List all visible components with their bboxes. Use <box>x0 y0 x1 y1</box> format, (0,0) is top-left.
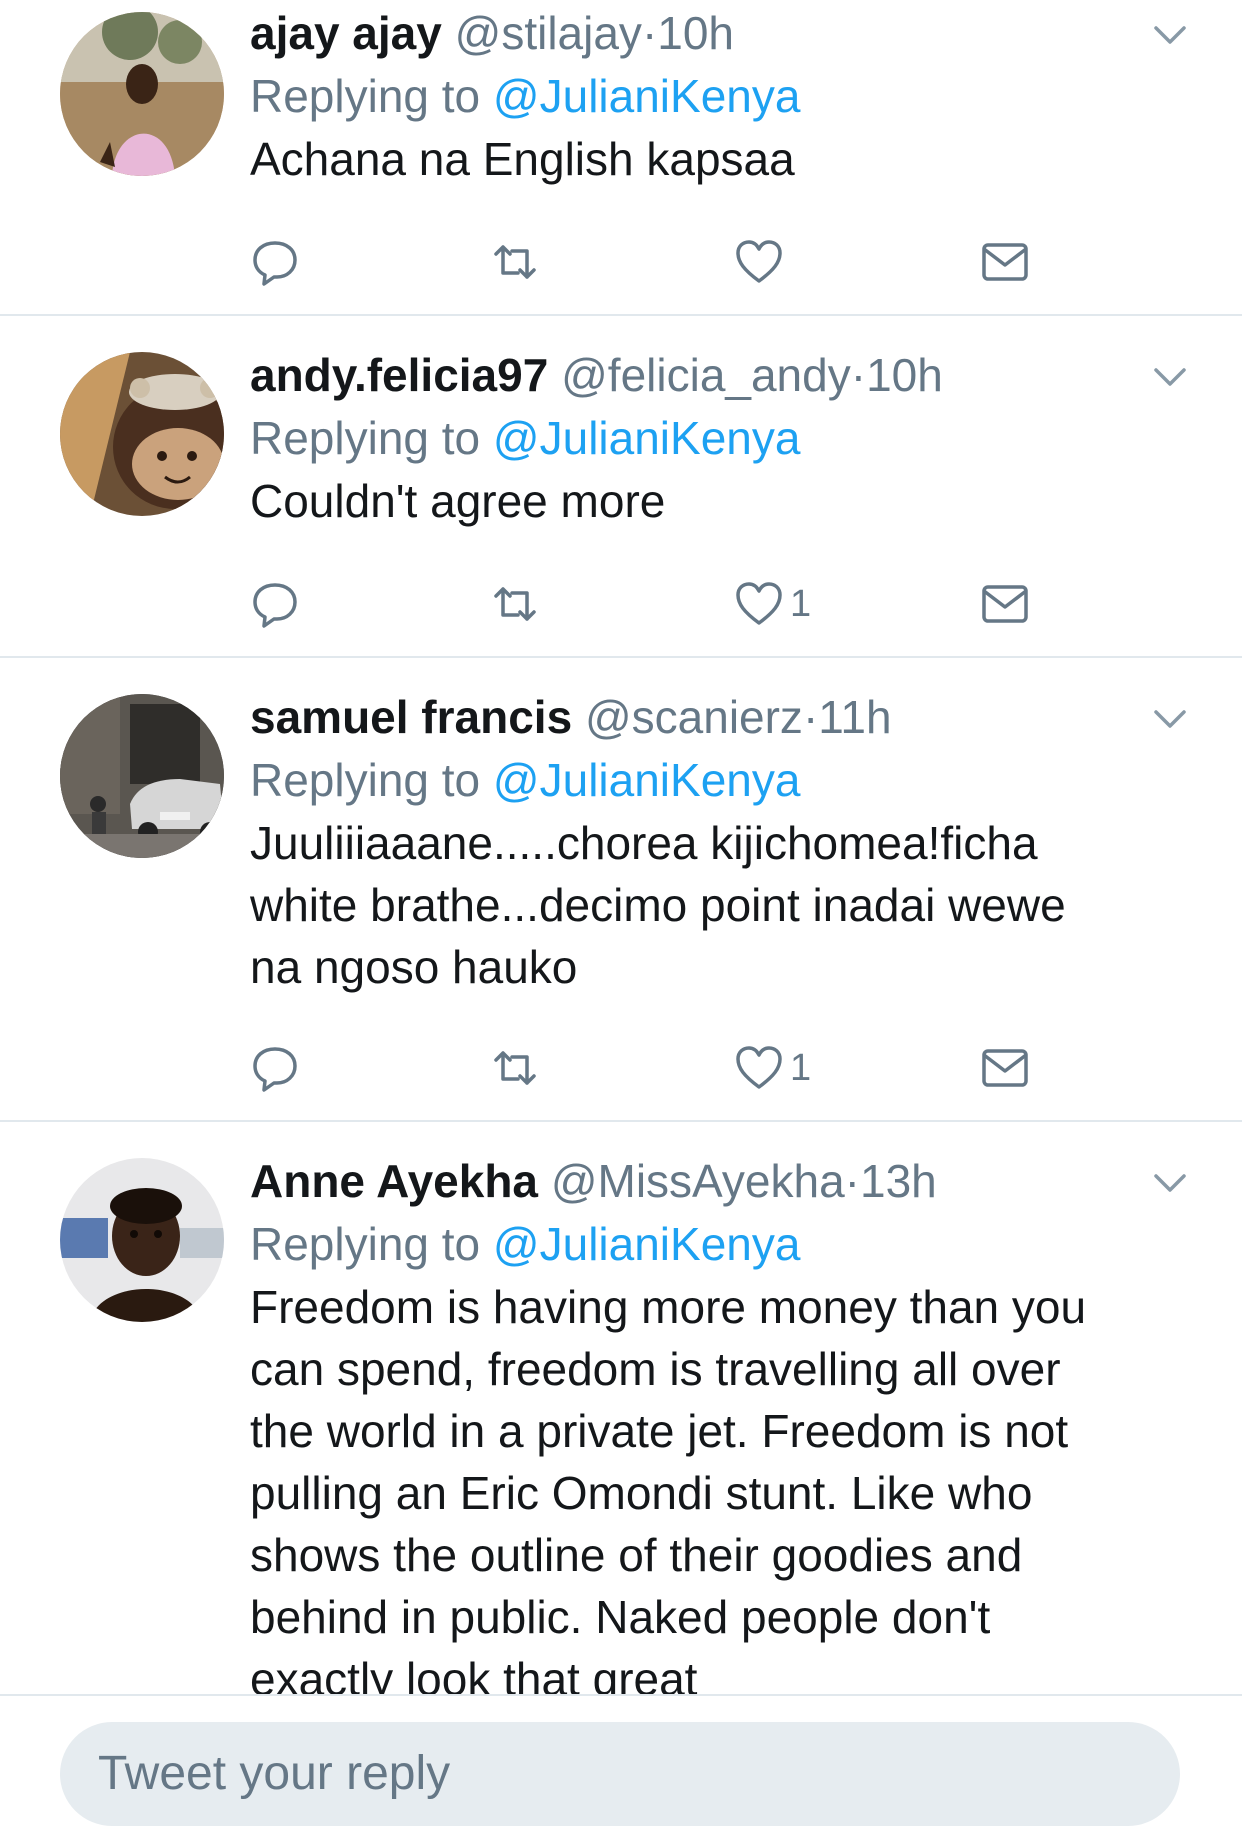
tweet-text-line: can spend, freedom is travelling all ove… <box>250 1343 1061 1395</box>
replying-to-label: Replying to <box>250 70 493 122</box>
user-handle[interactable]: @scanierz <box>585 691 803 743</box>
tweet-reply-input[interactable]: Tweet your reply <box>60 1722 1180 1826</box>
tweet-text-line: the world in a private jet. Freedom is n… <box>250 1405 1069 1457</box>
reply-button[interactable] <box>250 232 300 292</box>
tweet[interactable]: samuel francis @scanierz·11h Replying to… <box>0 658 1242 1122</box>
tweet-text-line: Couldn't agree more <box>250 475 666 527</box>
user-handle[interactable]: @MissAyekha <box>551 1155 845 1207</box>
avatar[interactable] <box>60 694 224 858</box>
tweet-text-line: Juuliiiaaane.....chorea kijichomea!ficha <box>250 817 1038 869</box>
like-button[interactable]: 1 <box>734 1038 811 1098</box>
display-name[interactable]: Anne Ayekha <box>250 1155 538 1207</box>
replying-to: Replying to @JulianiKenya <box>250 748 1182 812</box>
tweet-actions: 1 <box>250 574 1070 634</box>
tweet-text-line: shows the outline of their goodies and <box>250 1529 1023 1581</box>
retweet-icon <box>494 1051 536 1085</box>
user-handle[interactable]: @felicia_andy <box>561 349 851 401</box>
avatar[interactable] <box>60 12 224 176</box>
tweet[interactable]: ajay ajay @stilajay·10h Replying to @Jul… <box>0 0 1242 316</box>
timestamp[interactable]: 10h <box>657 7 734 59</box>
mention-link[interactable]: @JulianiKenya <box>493 754 801 806</box>
replying-to: Replying to @JulianiKenya <box>250 1212 1182 1276</box>
avatar[interactable] <box>60 1158 224 1322</box>
separator-dot: · <box>641 7 658 59</box>
retweet-button[interactable] <box>490 1038 540 1098</box>
tweet-header: Anne Ayekha @MissAyekha·13h <box>250 1150 1182 1212</box>
reply-composer-bar: Tweet your reply <box>0 1694 1242 1841</box>
display-name[interactable]: andy.felicia97 <box>250 349 548 401</box>
tweet-text-line: Achana na English kapsaa <box>250 133 795 185</box>
reply-icon <box>253 1047 297 1092</box>
share-mail-icon <box>982 585 1028 623</box>
like-icon <box>736 582 782 625</box>
avatar[interactable] <box>60 352 224 516</box>
tweet[interactable]: andy.felicia97 @felicia_andy·10h Replyin… <box>0 316 1242 658</box>
tweet-text-line: pulling an Eric Omondi stunt. Like who <box>250 1467 1033 1519</box>
tweet-text-line: Freedom is having more money than you <box>250 1281 1087 1333</box>
timestamp[interactable]: 10h <box>866 349 943 401</box>
like-icon <box>736 1046 782 1089</box>
retweet-icon <box>494 587 536 621</box>
tweet-text: Achana na English kapsaa <box>250 128 1182 190</box>
like-button[interactable] <box>734 232 790 292</box>
reply-button[interactable] <box>250 1038 300 1098</box>
tweet-actions <box>250 232 1070 292</box>
separator-dot: · <box>802 691 819 743</box>
tweet-text-line: white brathe...decimo point inadai wewe <box>250 879 1066 931</box>
reply-icon <box>253 583 297 628</box>
share-button[interactable] <box>980 574 1030 634</box>
tweet[interactable]: Anne Ayekha @MissAyekha·13h Replying to … <box>0 1122 1242 1696</box>
replying-to: Replying to @JulianiKenya <box>250 406 1182 470</box>
timestamp[interactable]: 11h <box>818 691 891 743</box>
chevron-down-icon[interactable] <box>1150 698 1190 738</box>
tweet-header: andy.felicia97 @felicia_andy·10h <box>250 344 1182 406</box>
separator-dot: · <box>844 1155 860 1207</box>
replying-to-label: Replying to <box>250 1218 493 1270</box>
timestamp[interactable]: 13h <box>860 1155 937 1207</box>
tweet-text: Freedom is having more money than you ca… <box>250 1276 1182 1696</box>
tweet-header: ajay ajay @stilajay·10h <box>250 2 1182 64</box>
tweet-text: Couldn't agree more <box>250 470 1182 532</box>
separator-dot: · <box>850 349 867 401</box>
retweet-button[interactable] <box>490 574 540 634</box>
replying-to-label: Replying to <box>250 412 493 464</box>
like-count: 1 <box>790 582 812 625</box>
mention-link[interactable]: @JulianiKenya <box>493 1218 801 1270</box>
reply-button[interactable] <box>250 574 300 634</box>
share-button[interactable] <box>980 232 1030 292</box>
display-name[interactable]: ajay ajay <box>250 7 442 59</box>
retweet-icon <box>494 245 536 279</box>
mention-link[interactable]: @JulianiKenya <box>493 70 801 122</box>
retweet-button[interactable] <box>490 232 540 292</box>
replying-to: Replying to @JulianiKenya <box>250 64 1182 128</box>
tweet-text: Juuliiiaaane.....chorea kijichomea!ficha… <box>250 812 1182 998</box>
tweet-text-line: behind in public. Naked people don't <box>250 1591 991 1643</box>
replies-feed: ajay ajay @stilajay·10h Replying to @Jul… <box>0 0 1242 1696</box>
like-button[interactable]: 1 <box>734 574 811 634</box>
tweet-text-line: exactly look that great <box>250 1653 698 1696</box>
share-mail-icon <box>982 1049 1028 1087</box>
display-name[interactable]: samuel francis <box>250 691 572 743</box>
share-button[interactable] <box>980 1038 1030 1098</box>
like-icon <box>736 240 782 283</box>
chevron-down-icon[interactable] <box>1150 356 1190 396</box>
like-count: 1 <box>790 1046 812 1089</box>
reply-icon <box>253 241 297 286</box>
share-mail-icon <box>982 243 1028 281</box>
mention-link[interactable]: @JulianiKenya <box>493 412 801 464</box>
chevron-down-icon[interactable] <box>1150 1162 1190 1202</box>
tweet-actions: 1 <box>250 1038 1070 1098</box>
chevron-down-icon[interactable] <box>1150 14 1190 54</box>
tweet-header: samuel francis @scanierz·11h <box>250 686 1182 748</box>
user-handle[interactable]: @stilajay <box>455 7 642 59</box>
tweet-text-line: na ngoso hauko <box>250 941 578 993</box>
replying-to-label: Replying to <box>250 754 493 806</box>
